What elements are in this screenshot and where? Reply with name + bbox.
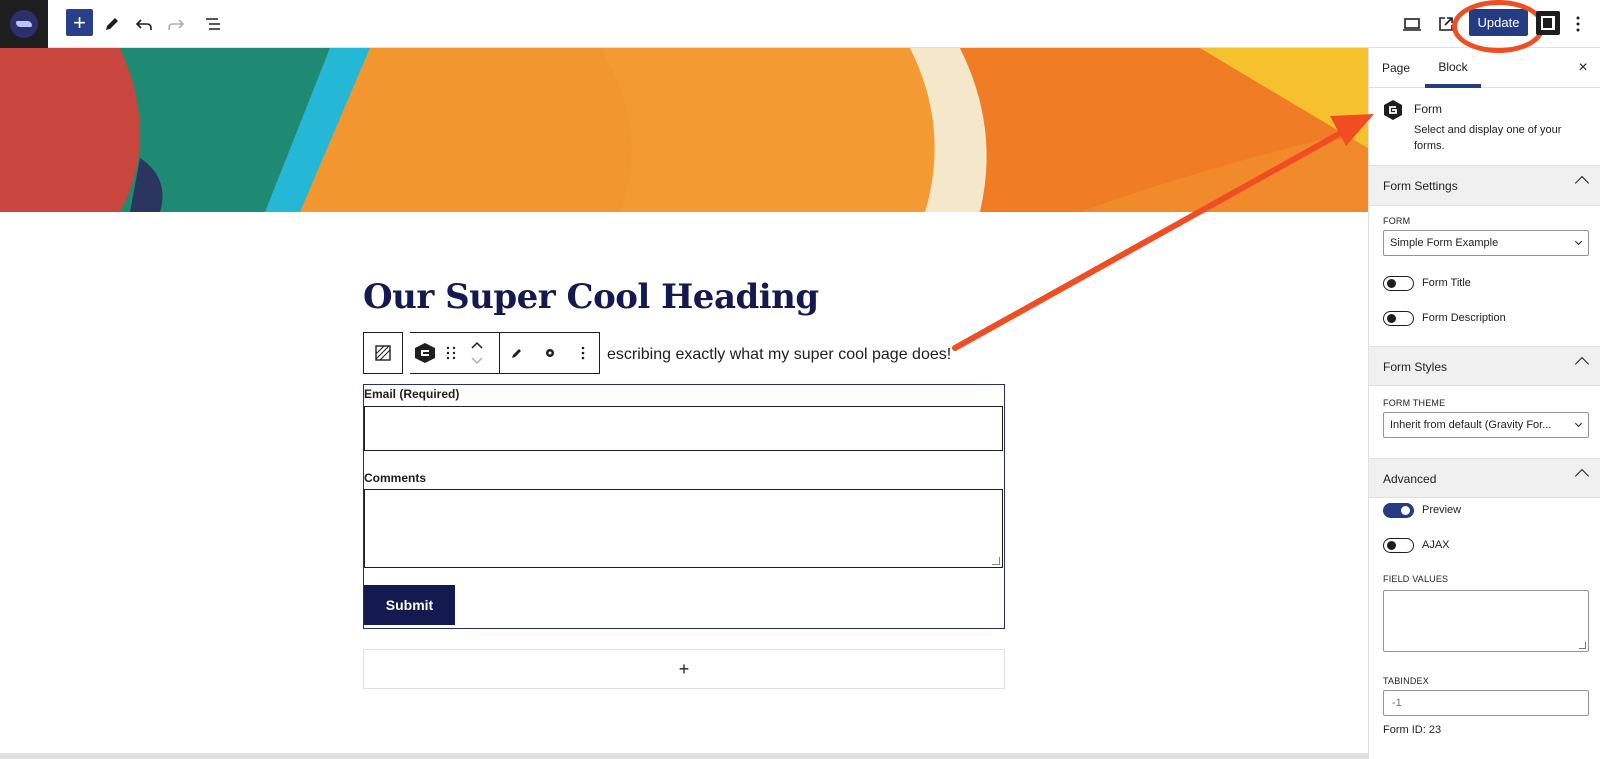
gear-icon — [545, 349, 554, 357]
more-vertical-icon — [581, 346, 584, 360]
more-vertical-icon — [1576, 16, 1580, 32]
form-settings-button[interactable] — [535, 333, 565, 373]
field-values-label: FIELD VALUES — [1383, 574, 1449, 584]
chevron-up-down-icon — [471, 341, 483, 365]
resize-grip-icon[interactable] — [1579, 642, 1586, 649]
form-title-label: Form Title — [1422, 277, 1471, 289]
canvas-scrollbar[interactable] — [0, 753, 1368, 759]
preview-device-button[interactable] — [1397, 9, 1427, 39]
submit-button[interactable]: Submit — [364, 585, 455, 625]
redo-icon — [168, 19, 185, 30]
preview-label: Preview — [1422, 504, 1462, 516]
view-post-button[interactable] — [1431, 9, 1461, 39]
block-appender-button[interactable]: + — [363, 649, 1005, 689]
form-select-label: FORM — [1383, 216, 1411, 226]
document-overview-button[interactable] — [198, 9, 228, 39]
pencil-icon — [106, 18, 118, 30]
settings-sidebar-toggle[interactable] — [1536, 11, 1560, 35]
undo-icon — [135, 19, 152, 30]
block-options-button[interactable] — [568, 333, 598, 373]
chevron-up-icon — [1574, 356, 1590, 372]
close-icon: × — [1578, 59, 1588, 76]
pencil-icon — [511, 349, 521, 358]
chevron-down-icon — [1574, 419, 1583, 428]
advanced-panel-toggle[interactable]: Advanced — [1369, 458, 1600, 498]
ajax-label: AJAX — [1422, 539, 1450, 551]
close-sidebar-button[interactable]: × — [1571, 56, 1595, 80]
panel-title: Form Styles — [1383, 360, 1448, 374]
block-card-description: Select and display one of your forms. — [1414, 124, 1562, 152]
comments-field[interactable] — [364, 489, 1003, 568]
tools-pencil-button[interactable] — [97, 9, 127, 39]
form-id-text: Form ID: 23 — [1383, 724, 1442, 736]
form-theme-label: FORM THEME — [1383, 398, 1446, 408]
drag-icon — [446, 346, 456, 360]
block-inserter-button[interactable]: + — [66, 9, 93, 36]
tabindex-input[interactable]: -1 — [1383, 690, 1589, 716]
tab-block[interactable]: Block — [1425, 48, 1481, 88]
external-link-icon — [1439, 17, 1453, 31]
parent-block-button[interactable] — [363, 332, 403, 374]
chevron-down-icon — [1574, 237, 1583, 246]
preview-toggle[interactable] — [1383, 503, 1414, 518]
move-up-down-buttons[interactable] — [462, 333, 492, 373]
settings-sidebar: Page Block × Form Select and display one… — [1368, 48, 1600, 759]
panel-title: Form Settings — [1383, 179, 1458, 193]
site-logo-button[interactable] — [0, 0, 48, 48]
list-view-icon — [206, 18, 220, 30]
block-type-group — [410, 332, 500, 374]
form-description-label: Form Description — [1422, 312, 1506, 324]
editor-canvas: Our Super Cool Heading escribing exactly… — [0, 48, 1368, 759]
form-select-value: Simple Form Example — [1390, 237, 1499, 249]
desktop-icon — [1403, 18, 1421, 31]
panel-title: Advanced — [1383, 472, 1437, 486]
form-description-toggle[interactable] — [1383, 311, 1414, 326]
form-theme-select[interactable]: Inherit from default (Gravity For... — [1383, 412, 1589, 438]
gravity-forms-icon — [415, 343, 435, 363]
form-select[interactable]: Simple Form Example — [1383, 230, 1589, 256]
tab-page[interactable]: Page — [1375, 48, 1417, 88]
undo-button[interactable] — [129, 9, 159, 39]
block-actions-group — [500, 332, 600, 374]
form-theme-value: Inherit from default (Gravity For... — [1390, 419, 1552, 431]
block-card-title: Form — [1414, 102, 1442, 116]
cover-block-icon — [375, 345, 391, 361]
gravity-form-block[interactable]: Email (Required) Comments Submit — [363, 384, 1005, 629]
block-card: Form Select and display one of your form… — [1369, 88, 1600, 166]
site-logo-icon — [10, 10, 38, 38]
form-title-toggle[interactable] — [1383, 276, 1414, 291]
form-styles-panel-toggle[interactable]: Form Styles — [1369, 346, 1600, 386]
comments-field-label: Comments — [364, 471, 427, 485]
edit-form-button[interactable] — [502, 333, 532, 373]
ajax-toggle[interactable] — [1383, 538, 1414, 553]
tabindex-label: TABINDEX — [1383, 676, 1429, 686]
gravity-forms-icon — [1384, 100, 1402, 120]
block-type-button[interactable] — [410, 333, 440, 373]
editor-toolbar: + Update — [0, 0, 1600, 53]
email-field[interactable] — [364, 406, 1003, 451]
chevron-up-icon — [1574, 175, 1590, 191]
update-button[interactable]: Update — [1469, 9, 1528, 36]
page-heading[interactable]: Our Super Cool Heading — [363, 277, 819, 317]
form-settings-panel-toggle[interactable]: Form Settings — [1369, 166, 1600, 206]
block-toolbar — [363, 332, 600, 374]
cover-image[interactable] — [0, 48, 1368, 212]
chevron-up-icon — [1574, 468, 1590, 484]
resize-grip-icon[interactable] — [992, 557, 1000, 565]
email-field-label: Email (Required) — [364, 387, 460, 401]
sidebar-tabs: Page Block × — [1369, 48, 1600, 88]
options-menu-button[interactable] — [1567, 9, 1589, 39]
drag-handle[interactable] — [440, 333, 462, 373]
field-values-textarea[interactable] — [1383, 590, 1589, 652]
page-paragraph[interactable]: escribing exactly what my super cool pag… — [607, 346, 951, 364]
redo-button[interactable] — [161, 9, 191, 39]
abstract-mural-image — [0, 48, 1368, 212]
